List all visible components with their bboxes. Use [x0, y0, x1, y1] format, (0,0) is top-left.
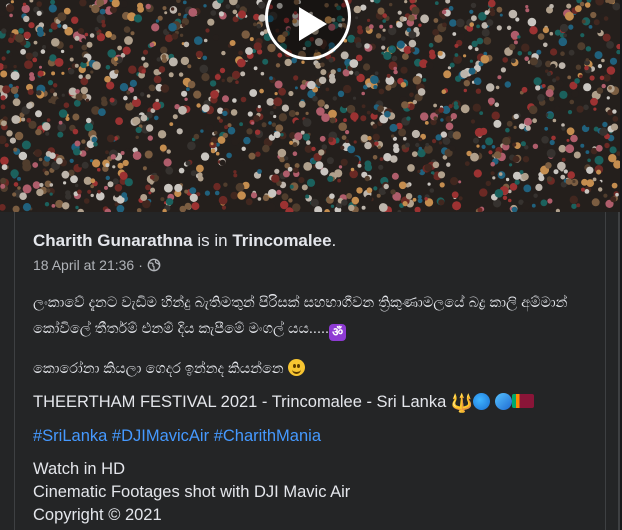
hashtag-srilanka[interactable]: #SriLanka [33, 427, 107, 445]
is-in-text: is in [192, 231, 233, 250]
post-line-3: THEERTHAM FESTIVAL 2021 - Trincomalee - … [33, 391, 605, 415]
sri-lanka-flag-icon [511, 394, 534, 408]
earth-emoji-icon [473, 393, 491, 410]
globe-icon[interactable] [147, 258, 161, 272]
play-icon [299, 7, 327, 41]
copyright-text: Copyright © 2021 [33, 506, 162, 524]
meta-separator: · [138, 257, 143, 273]
hashtag-charithmania[interactable]: #CharithMania [214, 427, 321, 445]
period-text: . [331, 231, 337, 250]
post-line-1: ලංකාවේ දැනට වැඩිම හින්දු බැතිමතුන් පිරිස… [33, 290, 605, 342]
sinhala-text-1: ලංකාවේ දැනට වැඩිම හින්දු බැතිමතුන් පිරිස… [33, 295, 568, 337]
location-link[interactable]: Trincomalee [232, 231, 331, 250]
footage-text: Cinematic Footages shot with DJI Mavic A… [33, 483, 351, 501]
trident-emoji-icon: 🔱 [450, 393, 474, 413]
video-player[interactable] [0, 0, 620, 212]
post-card: Charith Gunarathna is in Trincomalee. 18… [0, 0, 620, 530]
hashtag-djimavicair[interactable]: #DJIMavicAir [112, 427, 209, 445]
post-footer-text: Watch in HD Cinematic Footages shot with… [33, 458, 605, 527]
sinhala-text-2: කොරෝනා කියලා ගෙදර ඉන්නද කියන්නෙ [33, 361, 284, 377]
timestamp-link[interactable]: 18 April at 21:36 [33, 256, 134, 274]
hashtags: #SriLanka #DJIMavicAir #CharithMania [33, 425, 605, 448]
wave-emoji-icon [494, 393, 512, 410]
post-line-2: කොරෝනා කියලා ගෙදර ඉන්නද කියන්නෙ [33, 358, 605, 381]
watch-hd-text: Watch in HD [33, 460, 125, 478]
om-emoji-icon: ॐ [329, 324, 347, 341]
post-header: Charith Gunarathna is in Trincomalee. [33, 230, 605, 252]
post-meta: 18 April at 21:36 · [33, 256, 605, 274]
author-link[interactable]: Charith Gunarathna [33, 231, 193, 250]
post-body: Charith Gunarathna is in Trincomalee. 18… [14, 212, 606, 530]
post-text: ලංකාවේ දැනට වැඩිම හින්දු බැතිමතුන් පිරිස… [33, 290, 605, 527]
smile-emoji-icon [287, 359, 305, 376]
festival-title: THEERTHAM FESTIVAL 2021 - Trincomalee - … [33, 393, 447, 411]
